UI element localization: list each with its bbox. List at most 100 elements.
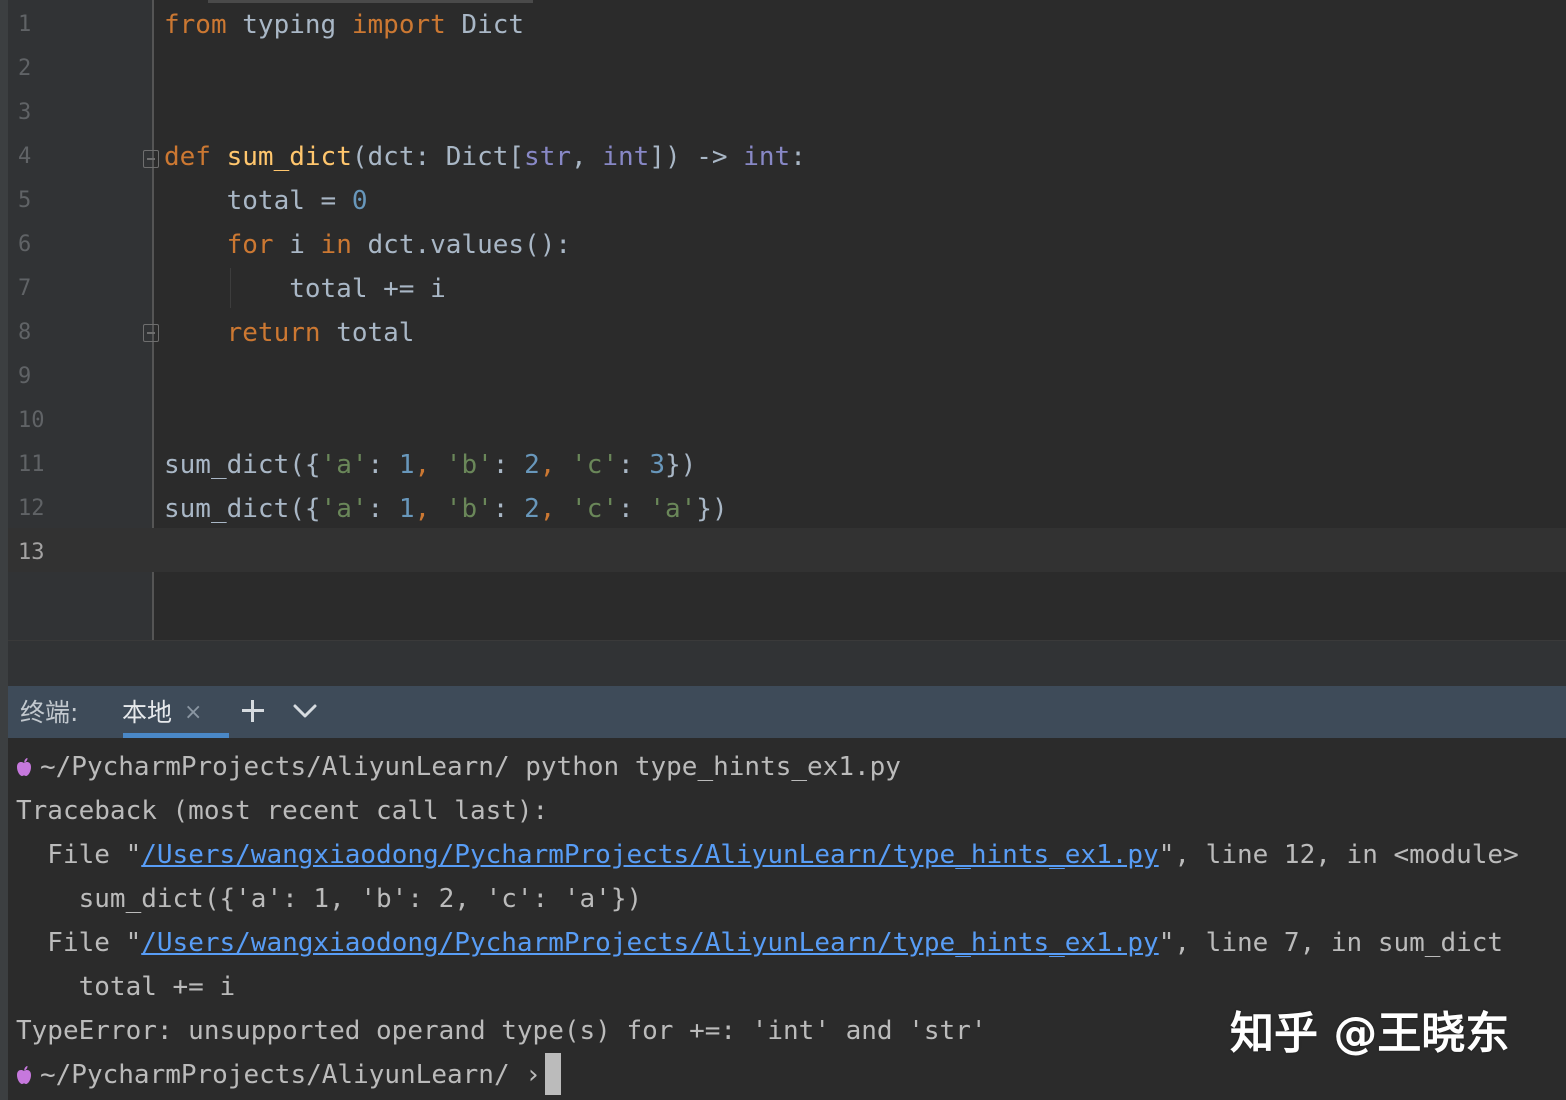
code-token: int <box>602 142 649 172</box>
code-token: 1 <box>399 450 415 480</box>
code-line[interactable]: 11 sum_dict({'a': 1, 'b': 2, 'c': 3}) <box>8 440 1566 484</box>
code-line[interactable]: 7 total += i <box>8 264 1566 308</box>
code-token: total <box>336 318 414 348</box>
code-line[interactable]: 6 for i in dct.values(): <box>8 220 1566 264</box>
code-token: : <box>790 142 806 172</box>
code-editor[interactable]: 1from typing import Dict234def sum_dict(… <box>8 0 1566 640</box>
code-token: def <box>164 142 227 172</box>
line-number: 4 <box>18 132 68 176</box>
code-token: in <box>321 230 368 260</box>
terminal-tab-label: 本地 <box>122 686 172 738</box>
code-token: dct.values(): <box>368 230 572 260</box>
code-token: from <box>164 10 227 40</box>
code-text[interactable]: total = 0 <box>164 176 368 220</box>
line-number: 9 <box>18 352 68 396</box>
traceback-suffix: ", line 7, in sum_dict <box>1159 928 1503 958</box>
code-token: 'c' <box>571 450 618 480</box>
code-token: }) <box>665 450 696 480</box>
terminal-line: sum_dict({'a': 1, 'b': 2, 'c': 'a'}) <box>16 874 642 918</box>
watermark-text: 知乎 @王晓东 <box>1230 1004 1509 1064</box>
file-path-link[interactable]: /Users/wangxiaodong/PycharmProjects/Aliy… <box>141 840 1158 870</box>
traceback-suffix: ", line 12, in <module> <box>1159 840 1519 870</box>
code-token: : <box>368 450 399 480</box>
terminal-cursor[interactable] <box>545 1053 561 1095</box>
code-line[interactable]: 4 def sum_dict(dct: Dict[str, int]) -> in… <box>8 132 1566 176</box>
code-token: , <box>571 142 602 172</box>
file-path-link[interactable]: /Users/wangxiaodong/PycharmProjects/Aliy… <box>141 928 1158 958</box>
code-line[interactable]: 5 total = 0 <box>8 176 1566 220</box>
code-line[interactable]: 13 <box>8 528 1566 572</box>
fold-end-icon[interactable] <box>143 324 159 342</box>
line-number: 8 <box>18 308 68 352</box>
chevron-down-icon[interactable] <box>291 697 319 725</box>
line-number: 13 <box>18 528 68 572</box>
code-text[interactable]: sum_dict({'a': 1, 'b': 2, 'c': 'a'}) <box>164 484 728 528</box>
line-number: 11 <box>18 440 68 484</box>
code-token: 'b' <box>446 450 493 480</box>
code-token: 'b' <box>446 494 493 524</box>
close-icon[interactable]: × <box>184 686 202 738</box>
new-tab-plus-icon[interactable] <box>240 698 266 724</box>
indent-guide <box>230 268 231 308</box>
code-token: : <box>618 450 649 480</box>
prompt-text: ~/PycharmProjects/AliyunLearn/ python ty… <box>40 752 901 782</box>
terminal-line: File "/Users/wangxiaodong/PycharmProject… <box>16 830 1519 874</box>
code-token: return <box>164 318 336 348</box>
code-token: import <box>352 10 446 40</box>
code-token: , <box>540 450 571 480</box>
terminal-line: Traceback (most recent call last): <box>16 786 548 830</box>
terminal-line: File "/Users/wangxiaodong/PycharmProject… <box>16 918 1503 962</box>
code-line[interactable]: 9 <box>8 352 1566 396</box>
code-token: sum_dict({ <box>164 494 321 524</box>
code-token: , <box>540 494 571 524</box>
code-text[interactable]: sum_dict({'a': 1, 'b': 2, 'c': 3}) <box>164 440 696 484</box>
window-left-edge <box>0 0 8 1100</box>
traceback-prefix: File " <box>16 840 141 870</box>
code-token: , <box>414 450 445 480</box>
fold-start-icon[interactable] <box>143 150 159 168</box>
code-line[interactable]: 12sum_dict({'a': 1, 'b': 2, 'c': 'a'}) <box>8 484 1566 528</box>
code-token: total = <box>164 186 352 216</box>
code-line[interactable]: 3 <box>8 88 1566 132</box>
code-line[interactable]: 1 from typing import Dict <box>8 0 1566 44</box>
terminal-line: TypeError: unsupported operand type(s) f… <box>16 1006 987 1050</box>
code-token: typing <box>227 10 352 40</box>
line-number: 1 <box>18 0 68 44</box>
apple-prompt-icon <box>16 757 32 777</box>
code-text[interactable]: return total <box>164 308 414 352</box>
code-token: : <box>493 450 524 480</box>
code-line[interactable]: 8 return total <box>8 308 1566 352</box>
code-text[interactable]: from typing import Dict <box>164 0 524 44</box>
code-token: sum_dict({ <box>164 450 321 480</box>
line-number: 7 <box>18 264 68 308</box>
code-line[interactable]: 2 <box>8 44 1566 88</box>
code-token: (dct: Dict[ <box>352 142 524 172</box>
code-token: , <box>414 494 445 524</box>
line-number: 10 <box>18 396 68 440</box>
code-token: 1 <box>399 494 415 524</box>
code-text[interactable]: total += i <box>164 264 446 308</box>
terminal-line: total += i <box>16 962 235 1006</box>
code-token: int <box>743 142 790 172</box>
editor-bottom-area <box>8 640 1566 687</box>
code-token: }) <box>696 494 727 524</box>
code-line[interactable]: 10 <box>8 396 1566 440</box>
code-token: : <box>493 494 524 524</box>
code-text[interactable]: def sum_dict(dct: Dict[str, int]) -> int… <box>164 132 806 176</box>
code-token: 'c' <box>571 494 618 524</box>
terminal-toolbar: 终端: 本地 × <box>8 686 1566 738</box>
code-token: 'a' <box>321 494 368 524</box>
code-token: Dict <box>446 10 524 40</box>
terminal-title: 终端: <box>20 686 78 738</box>
code-text[interactable]: for i in dct.values(): <box>164 220 571 264</box>
code-token: 2 <box>524 450 540 480</box>
code-token: 2 <box>524 494 540 524</box>
code-token: 'a' <box>649 494 696 524</box>
code-token: 'a' <box>321 450 368 480</box>
line-number: 12 <box>18 484 68 528</box>
code-token: 3 <box>649 450 665 480</box>
traceback-prefix: File " <box>16 928 141 958</box>
line-number: 2 <box>18 44 68 88</box>
terminal-tab-local[interactable]: 本地 × <box>122 686 222 738</box>
code-token: ]) -> <box>649 142 743 172</box>
